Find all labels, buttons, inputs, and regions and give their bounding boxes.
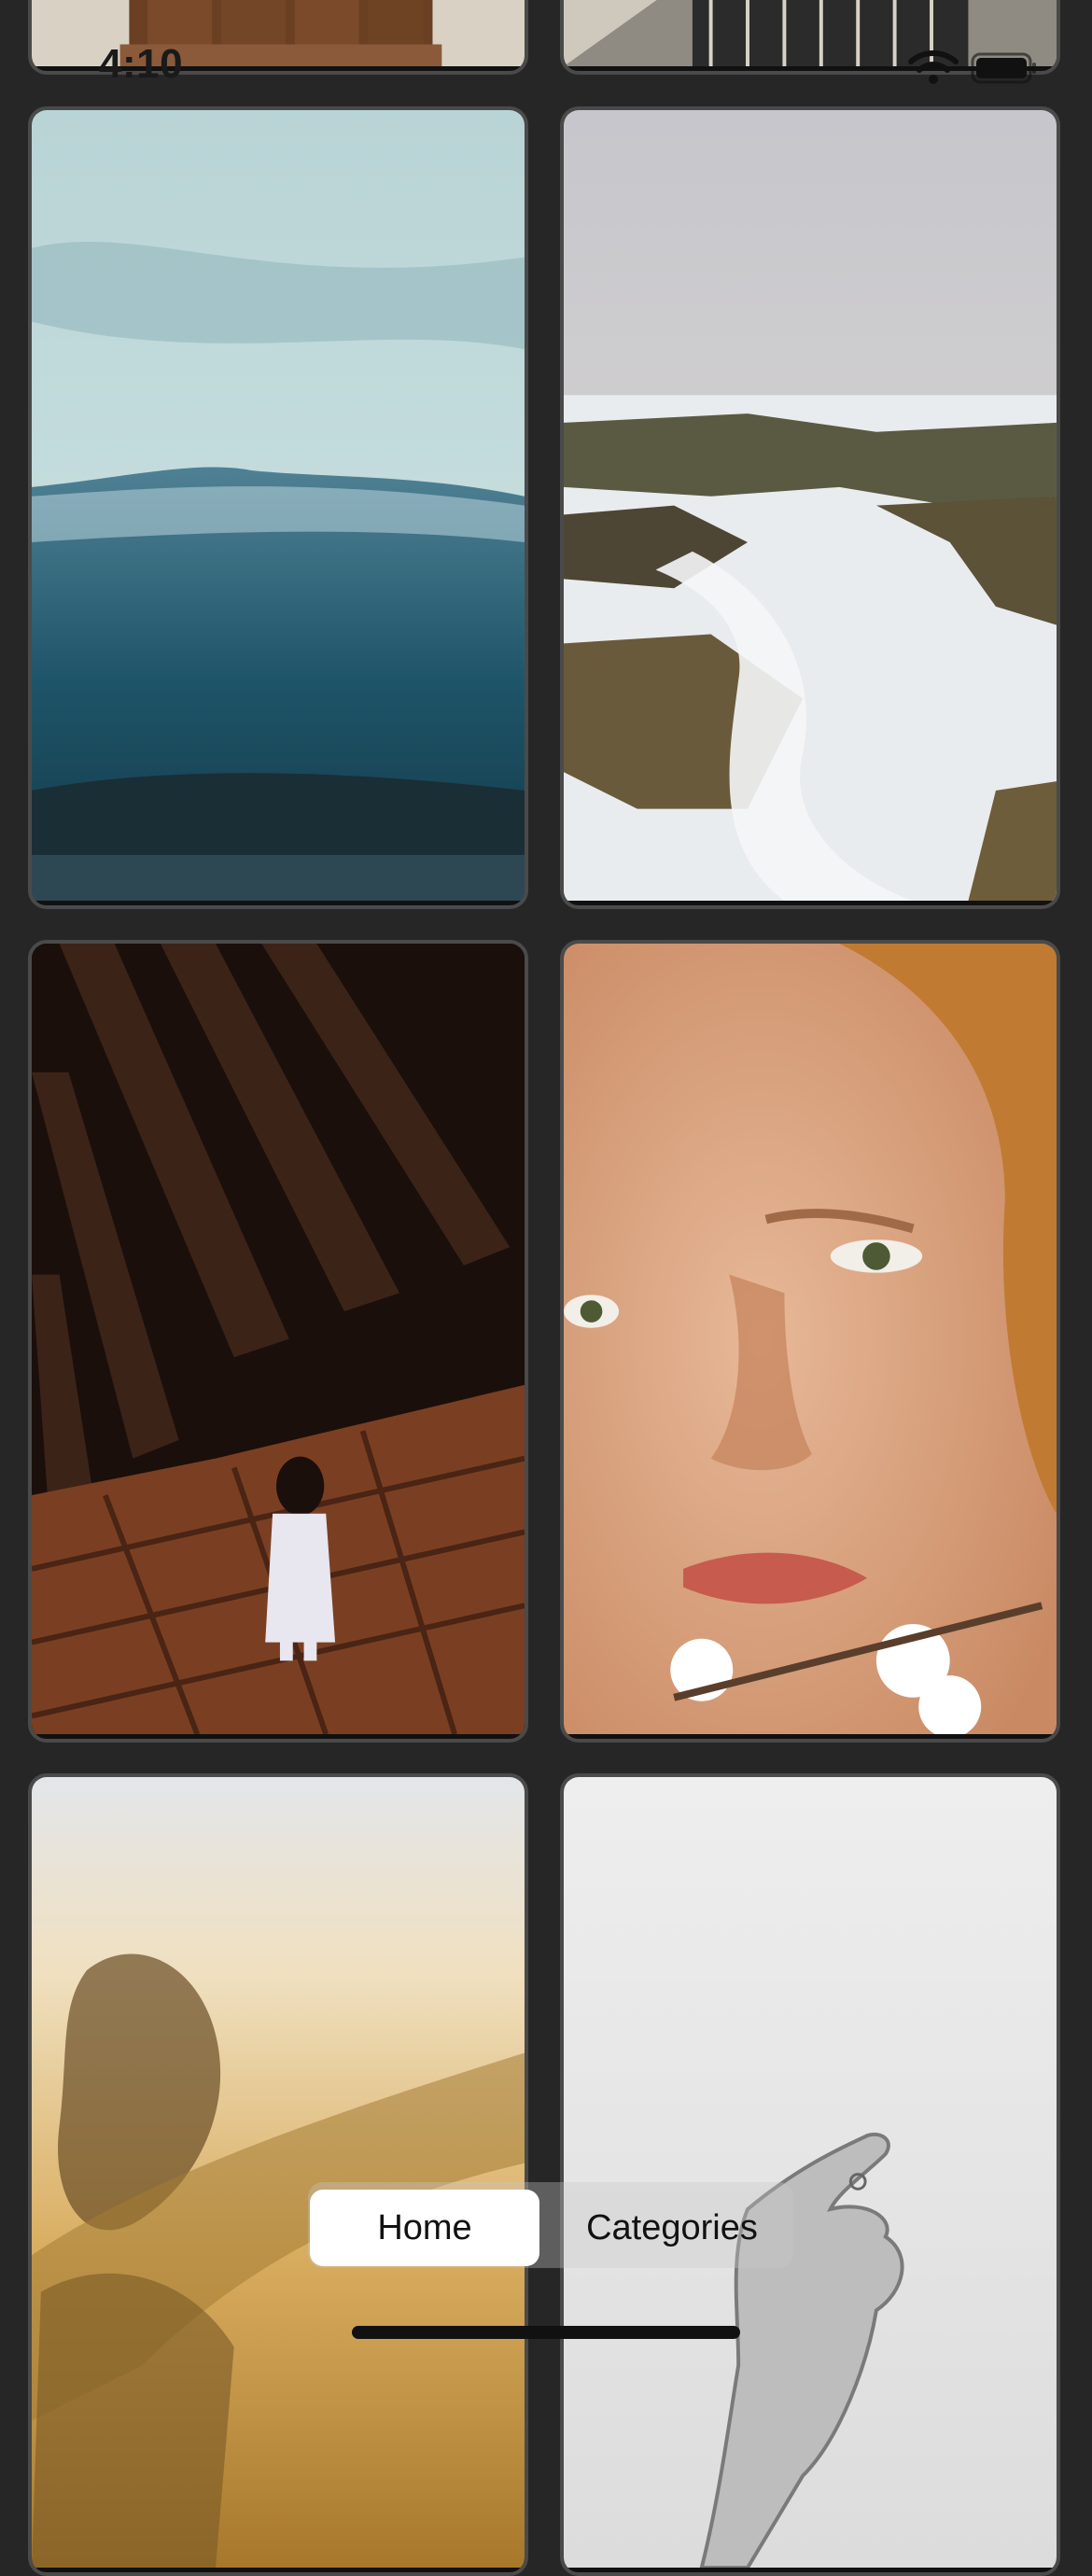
home-indicator[interactable] [352,2326,740,2339]
photo-card-golden[interactable] [28,1773,528,2576]
golden-photo [32,1777,525,2569]
railing-photo [564,0,1057,67]
photo-card-door[interactable] [28,0,528,75]
tab-home[interactable]: Home [310,2190,539,2266]
photo-card-portrait[interactable] [560,940,1060,1743]
tab-switcher: Home Categories [308,2182,793,2268]
hills-photo [32,110,525,902]
waves-photo [564,110,1057,902]
hand-photo [564,1777,1057,2569]
photo-card-waves[interactable] [560,106,1060,909]
tab-categories[interactable]: Categories [558,2190,786,2266]
photo-card-church[interactable] [28,940,528,1743]
photo-card-hills[interactable] [28,106,528,909]
photo-card-railing[interactable] [560,0,1060,75]
portrait-photo [564,944,1057,1735]
church-photo [32,944,525,1735]
door-photo [32,0,525,67]
photo-grid [0,0,1092,2576]
photo-card-hand[interactable] [560,1773,1060,2576]
